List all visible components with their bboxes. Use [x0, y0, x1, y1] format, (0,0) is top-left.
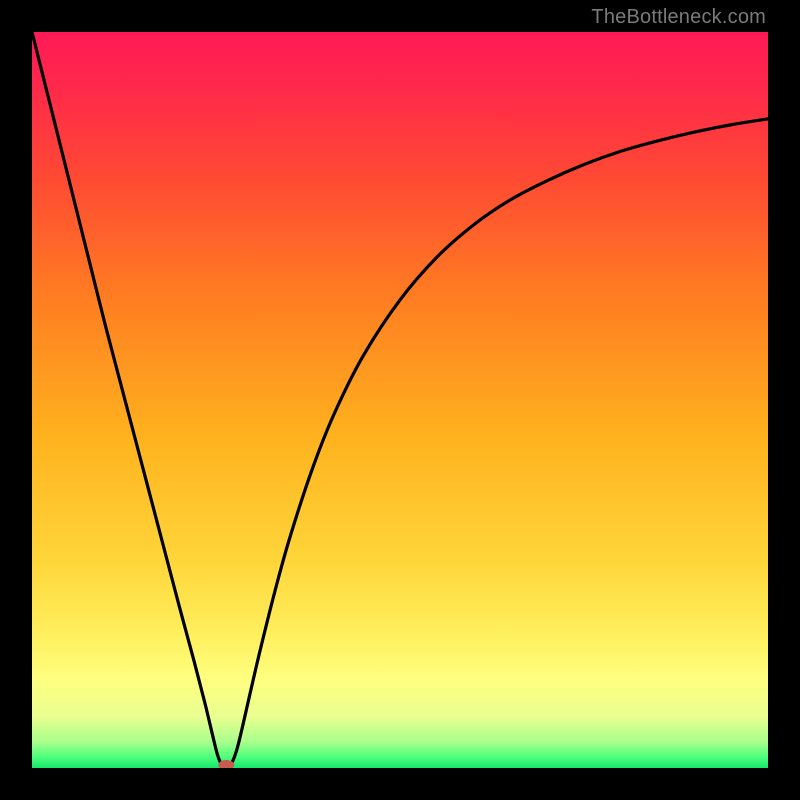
watermark-text: TheBottleneck.com: [591, 6, 766, 29]
bottleneck-chart: [32, 32, 768, 768]
plot-frame: [32, 32, 768, 768]
